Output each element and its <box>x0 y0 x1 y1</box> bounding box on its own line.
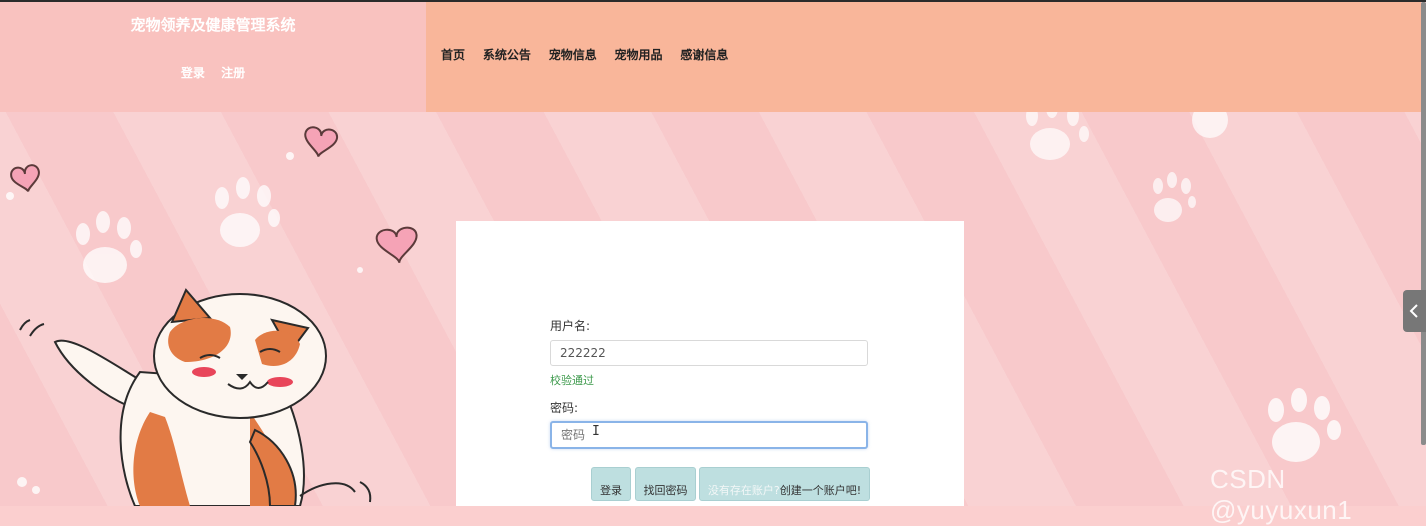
username-label: 用户名: <box>550 319 591 333</box>
login-card: 用户名: 校验通过 密码: I 登录 找回密码 没有存在账户?创建一个账户吧! <box>456 221 964 506</box>
login-link[interactable]: 登录 <box>181 66 205 80</box>
brand-panel: 宠物领养及健康管理系统 登录 注册 <box>0 2 426 112</box>
nav-item-pet-info[interactable]: 宠物信息 <box>549 48 597 62</box>
paw-icon <box>1192 112 1228 138</box>
main-nav: 首页 系统公告 宠物信息 宠物用品 感谢信息 <box>426 2 1421 112</box>
username-validation-hint: 校验通过 <box>550 374 594 387</box>
heart-icon <box>304 126 339 158</box>
username-input[interactable] <box>550 340 868 366</box>
paw-icon <box>1153 172 1196 222</box>
side-collapse-tab[interactable] <box>1403 290 1426 332</box>
password-label: 密码: <box>550 401 579 415</box>
site-title: 宠物领养及健康管理系统 <box>130 16 296 34</box>
register-prompt-pale: 没有存在账户? <box>707 484 780 497</box>
login-button[interactable]: 登录 <box>591 467 631 501</box>
paw-icon <box>76 211 142 283</box>
register-prompt-text: 创建一个账户吧! <box>779 484 862 497</box>
chevron-left-icon <box>1409 304 1418 318</box>
site-header: 宠物领养及健康管理系统 登录 注册 首页 系统公告 宠物信息 宠物用品 感谢信息 <box>0 2 1426 112</box>
heart-icon <box>10 164 40 193</box>
text-cursor-icon: I <box>592 424 600 439</box>
scrollbar[interactable] <box>1421 2 1426 445</box>
auth-links: 登录 注册 <box>0 64 426 81</box>
nav-item-pet-supplies[interactable]: 宠物用品 <box>615 48 663 62</box>
cat-illustration <box>19 288 372 506</box>
paw-icon <box>1026 112 1089 160</box>
register-account-button[interactable]: 没有存在账户?创建一个账户吧! <box>699 467 870 501</box>
recover-password-button[interactable]: 找回密码 <box>635 467 696 501</box>
register-link[interactable]: 注册 <box>221 66 245 80</box>
nav-item-home[interactable]: 首页 <box>441 48 465 62</box>
heart-icon <box>375 226 418 264</box>
paw-icon <box>215 177 280 247</box>
watermark: CSDN @yuyuxun1 <box>1210 464 1353 525</box>
paw-icon <box>1268 388 1341 462</box>
nav-item-thanks[interactable]: 感谢信息 <box>680 48 728 62</box>
nav-item-announcements[interactable]: 系统公告 <box>483 48 531 62</box>
